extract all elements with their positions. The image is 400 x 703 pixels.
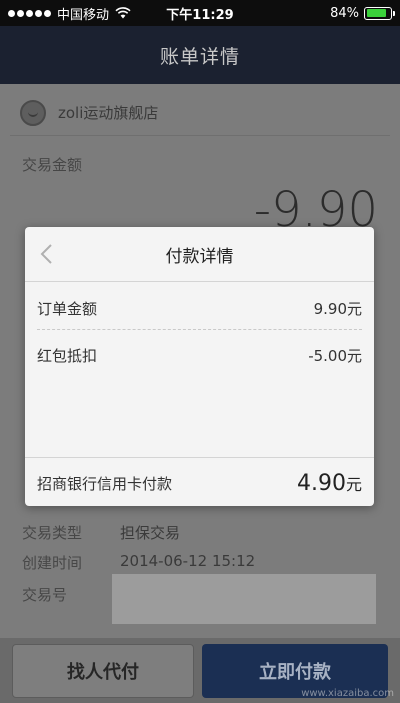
modal-title: 付款详情	[165, 246, 234, 267]
info-label: 交易类型	[22, 524, 83, 542]
info-row-type: 交易类型 担保交易	[22, 522, 180, 543]
wifi-icon	[115, 7, 131, 19]
carrier-label: 中国移动	[57, 7, 110, 23]
modal-header: 付款详情	[25, 227, 374, 282]
redacted-trade-number	[112, 574, 376, 624]
battery-percent: 84%	[330, 5, 359, 21]
bank-payment-amount: 4.90元	[297, 471, 362, 496]
nav-bar: 账单详情	[0, 26, 400, 84]
info-value: 2014-06-12 15:12	[120, 552, 256, 570]
red-packet-row: 红包抵扣 -5.00元	[37, 345, 362, 366]
bank-amount-number: 4.90	[297, 471, 346, 496]
signal-icon	[8, 9, 51, 17]
order-amount-value: 9.90元	[313, 300, 362, 318]
back-chevron-icon[interactable]	[35, 241, 61, 267]
amount-label: 交易金额	[22, 156, 83, 174]
info-value: 担保交易	[120, 524, 181, 542]
info-label: 创建时间	[22, 554, 83, 572]
status-bar: 中国移动 下午11:29 84%	[0, 0, 400, 26]
page-title: 账单详情	[159, 45, 240, 68]
store-name: zoli运动旗舰店	[58, 104, 159, 122]
divider	[25, 457, 374, 458]
bank-amount-unit: 元	[345, 475, 362, 494]
payment-detail-modal: 付款详情 订单金额 9.90元 红包抵扣 -5.00元 招商银行信用卡付款 4.…	[25, 227, 374, 506]
battery-fill	[366, 9, 386, 17]
order-amount-label: 订单金额	[37, 300, 98, 318]
red-packet-label: 红包抵扣	[37, 347, 98, 365]
red-packet-value: -5.00元	[308, 347, 362, 365]
order-amount-row: 订单金额 9.90元	[37, 298, 362, 319]
watermark: www.xiazaiba.com	[301, 688, 394, 699]
battery-icon	[364, 6, 395, 20]
bank-payment-label: 招商银行信用卡付款	[37, 475, 173, 493]
friend-pay-button[interactable]: 找人代付	[12, 644, 194, 698]
info-row-trade-no: 交易号	[22, 584, 120, 605]
dashed-divider	[37, 329, 362, 330]
info-label: 交易号	[22, 586, 68, 604]
smiley-icon	[20, 99, 46, 126]
store-row[interactable]: zoli运动旗舰店	[10, 90, 390, 136]
bank-payment-row: 招商银行信用卡付款 4.90元	[37, 471, 362, 496]
info-row-time: 创建时间 2014-06-12 15:12	[22, 552, 255, 573]
